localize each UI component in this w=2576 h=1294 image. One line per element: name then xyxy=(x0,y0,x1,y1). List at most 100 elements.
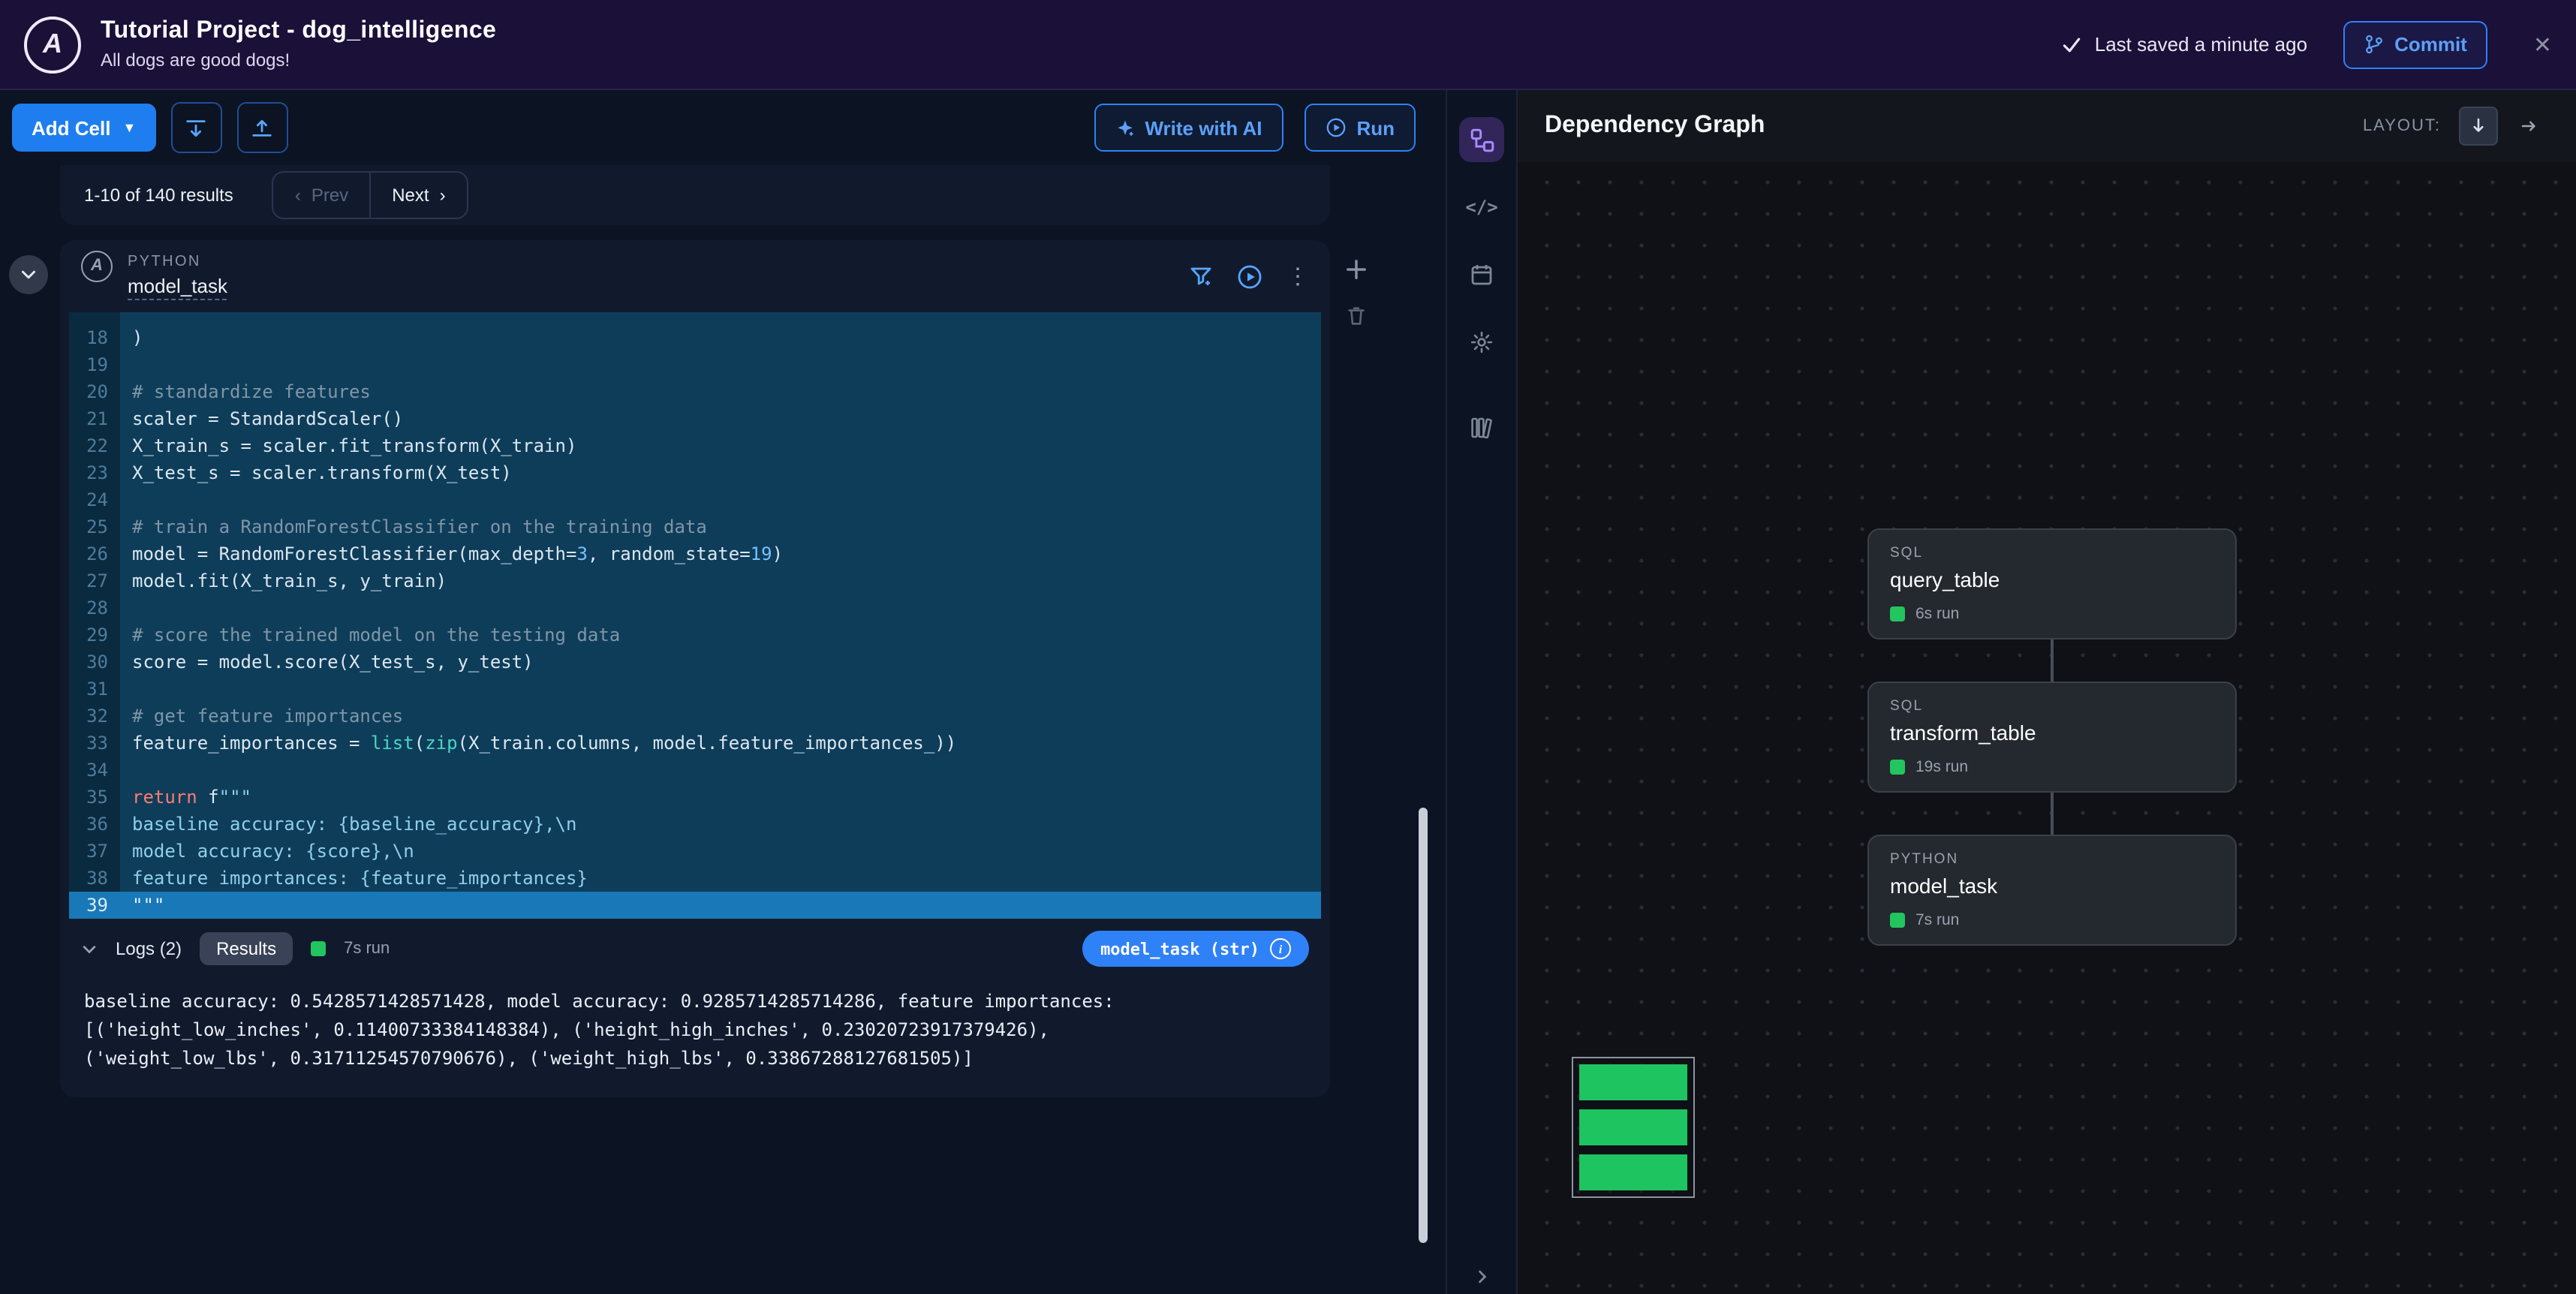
chevron-left-icon: ‹ xyxy=(295,185,301,206)
logs-toggle[interactable]: Logs (2) xyxy=(116,938,182,959)
code-text: """ xyxy=(120,892,1321,919)
code-text xyxy=(120,351,1321,378)
prev-page-button[interactable]: ‹ Prev xyxy=(274,173,369,218)
line-number: 25 xyxy=(69,513,120,540)
line-number: 29 xyxy=(69,621,120,649)
run-cell-icon[interactable] xyxy=(1237,263,1262,289)
code-line[interactable]: 18) xyxy=(69,324,1321,351)
code-text: baseline accuracy: {baseline_accuracy},\… xyxy=(120,811,1321,838)
code-panel-icon[interactable]: </> xyxy=(1459,185,1504,230)
code-line[interactable]: 25# train a RandomForestClassifier on th… xyxy=(69,513,1321,540)
code-line[interactable]: 39""" xyxy=(69,892,1321,919)
schedule-icon[interactable] xyxy=(1459,252,1504,297)
close-icon[interactable]: ✕ xyxy=(2533,31,2552,58)
line-number: 20 xyxy=(69,378,120,405)
results-tab[interactable]: Results xyxy=(200,932,293,965)
node-run-status: 19s run xyxy=(1890,758,2214,776)
cell-header: A PYTHON model_task ⋮ xyxy=(60,240,1330,312)
code-line[interactable]: 37model accuracy: {score},\n xyxy=(69,838,1321,865)
code-line[interactable]: 26model = RandomForestClassifier(max_dep… xyxy=(69,540,1321,567)
code-line[interactable]: 22X_train_s = scaler.fit_transform(X_tra… xyxy=(69,432,1321,459)
next-page-label: Next xyxy=(392,185,429,206)
code-line[interactable]: 19 xyxy=(69,351,1321,378)
code-line[interactable]: 28 xyxy=(69,594,1321,621)
insert-cell-below-button[interactable] xyxy=(170,102,221,153)
line-number: 32 xyxy=(69,703,120,730)
run-status-icon xyxy=(1890,913,1905,928)
results-count: 1-10 of 140 results xyxy=(84,185,233,206)
code-line[interactable]: 24 xyxy=(69,486,1321,513)
cell-output: baseline accuracy: 0.5428571428571428, m… xyxy=(60,979,1330,1097)
graph-nodes: SQLquery_table6s run SQLtransform_table19… xyxy=(1867,528,2237,946)
commit-button[interactable]: Commit xyxy=(2343,20,2488,68)
write-with-ai-button[interactable]: Write with AI xyxy=(1094,104,1283,152)
graph-node-transform_table[interactable]: SQLtransform_table19s run xyxy=(1867,682,2237,793)
node-run-status: 6s run xyxy=(1890,605,2214,623)
layout-vertical-button[interactable] xyxy=(2459,107,2498,146)
minimap-node xyxy=(1579,1109,1687,1145)
node-runtime: 6s run xyxy=(1915,605,1959,623)
graph-title: Dependency Graph xyxy=(1545,113,1765,140)
result-variable-label: model_task (str) xyxy=(1100,939,1259,958)
graph-node-model_task[interactable]: PYTHONmodel_task7s run xyxy=(1867,835,2237,946)
cell-name[interactable]: model_task xyxy=(128,274,227,299)
line-number: 36 xyxy=(69,811,120,838)
line-number: 19 xyxy=(69,351,120,378)
graph-minimap[interactable] xyxy=(1572,1057,1695,1198)
check-icon xyxy=(2062,34,2083,55)
code-editor[interactable]: 18)19 20# standardize features21scaler =… xyxy=(69,312,1321,919)
cell-menu-icon[interactable]: ⋮ xyxy=(1286,263,1309,290)
collapse-cell-button[interactable] xyxy=(9,255,48,294)
line-number: 21 xyxy=(69,405,120,432)
line-number: 22 xyxy=(69,432,120,459)
code-line[interactable]: 33feature_importances = list(zip(X_train… xyxy=(69,730,1321,757)
line-number: 26 xyxy=(69,540,120,567)
library-icon[interactable] xyxy=(1459,405,1504,450)
code-line[interactable]: 35return f""" xyxy=(69,784,1321,811)
code-line[interactable]: 36baseline accuracy: {baseline_accuracy}… xyxy=(69,811,1321,838)
code-line[interactable]: 30score = model.score(X_test_s, y_test) xyxy=(69,649,1321,676)
result-variable-pill[interactable]: model_task (str) i xyxy=(1082,931,1309,967)
code-text xyxy=(120,676,1321,703)
code-line[interactable]: 31 xyxy=(69,676,1321,703)
add-cell-button[interactable]: Add Cell ▼ xyxy=(12,104,155,152)
code-line[interactable]: 21scaler = StandardScaler() xyxy=(69,405,1321,432)
app-logo-icon[interactable]: A xyxy=(24,16,81,73)
delete-cell-icon[interactable] xyxy=(1345,305,1368,327)
insert-cell-above-button[interactable] xyxy=(236,102,287,153)
add-cell-icon[interactable] xyxy=(1345,258,1368,281)
cell-logo-icon: A xyxy=(81,250,113,281)
prev-page-label: Prev xyxy=(311,185,348,206)
results-pagination: 1-10 of 140 results ‹ Prev Next › xyxy=(60,165,1330,225)
save-status-text: Last saved a minute ago xyxy=(2095,33,2307,56)
project-heading: Tutorial Project - dog_intelligence All … xyxy=(101,18,496,71)
code-text: feature importances: {feature_importance… xyxy=(120,865,1321,892)
run-status-icon xyxy=(1890,760,1905,775)
code-line[interactable]: 29# score the trained model on the testi… xyxy=(69,621,1321,649)
chevron-down-icon[interactable] xyxy=(81,940,98,957)
code-line[interactable]: 27model.fit(X_train_s, y_train) xyxy=(69,567,1321,594)
graph-node-query_table[interactable]: SQLquery_table6s run xyxy=(1867,528,2237,639)
code-line[interactable]: 20# standardize features xyxy=(69,378,1321,405)
code-line[interactable]: 38feature importances: {feature_importan… xyxy=(69,865,1321,892)
expand-panel-icon[interactable] xyxy=(1447,1268,1516,1285)
write-with-ai-label: Write with AI xyxy=(1145,116,1262,139)
vertical-scrollbar[interactable] xyxy=(1419,808,1428,1243)
code-line[interactable]: 23X_test_s = scaler.transform(X_test) xyxy=(69,459,1321,486)
commit-button-label: Commit xyxy=(2394,33,2467,56)
layout-horizontal-button[interactable] xyxy=(2510,107,2549,146)
side-rail: </> xyxy=(1446,90,1516,1294)
dependency-graph-icon[interactable] xyxy=(1459,117,1504,162)
code-line[interactable]: 34 xyxy=(69,757,1321,784)
node-type-label: PYTHON xyxy=(1890,851,2214,868)
line-number: 33 xyxy=(69,730,120,757)
code-text: score = model.score(X_test_s, y_test) xyxy=(120,649,1321,676)
code-line[interactable]: 32# get feature importances xyxy=(69,703,1321,730)
run-button[interactable]: Run xyxy=(1304,104,1416,152)
code-text: ) xyxy=(120,324,1321,351)
next-page-button[interactable]: Next › xyxy=(369,173,466,218)
cell-side-actions xyxy=(1345,258,1368,327)
settings-gear-icon[interactable] xyxy=(1459,320,1504,365)
cell-language-label: PYTHON xyxy=(128,253,227,269)
filter-icon[interactable] xyxy=(1189,264,1213,288)
